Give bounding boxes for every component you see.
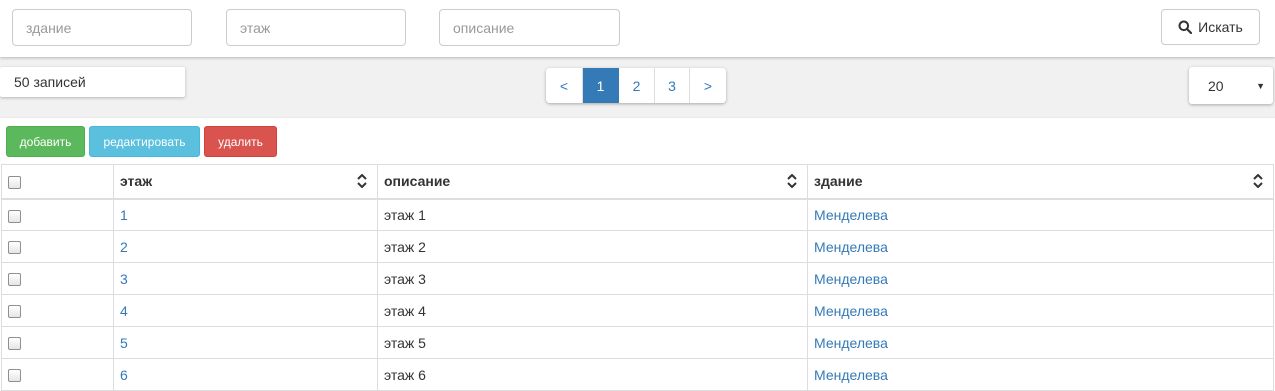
floor-filter-input[interactable] — [226, 9, 406, 46]
row-checkbox[interactable] — [8, 241, 21, 255]
select-all-cell — [1, 164, 114, 200]
data-table: этаж описание здание 1 этаж 1 Менделева — [1, 164, 1274, 391]
column-header-building[interactable]: здание — [807, 164, 1274, 200]
table-row[interactable]: 6 этаж 6 Менделева — [1, 358, 1274, 391]
row-select-cell — [1, 358, 114, 391]
sort-icon — [357, 174, 367, 189]
row-select-cell — [1, 294, 114, 327]
row-checkbox[interactable] — [8, 305, 21, 319]
page-size-select[interactable]: 20 ▼ — [1189, 67, 1273, 104]
records-count: 50 записей — [0, 67, 185, 97]
row-select-cell — [1, 326, 114, 359]
edit-button[interactable]: редактировать — [89, 126, 200, 157]
column-header-label: этаж — [120, 173, 153, 190]
table-row[interactable]: 4 этаж 4 Менделева — [1, 294, 1274, 327]
page-size-value: 20 — [1208, 77, 1224, 94]
building-cell: Менделева — [807, 358, 1274, 391]
description-cell: этаж 2 — [377, 230, 808, 263]
add-button[interactable]: добавить — [6, 126, 85, 157]
table-header-row: этаж описание здание — [1, 164, 1274, 200]
pagination-prev[interactable]: < — [546, 68, 583, 103]
table-row[interactable]: 3 этаж 3 Менделева — [1, 262, 1274, 295]
floor-cell: 5 — [113, 326, 378, 359]
description-cell: этаж 6 — [377, 358, 808, 391]
row-checkbox[interactable] — [8, 209, 21, 223]
row-checkbox[interactable] — [8, 337, 21, 351]
search-icon — [1178, 20, 1193, 34]
column-header-label: здание — [814, 173, 863, 190]
column-header-label: описание — [384, 173, 451, 190]
floor-cell: 6 — [113, 358, 378, 391]
building-cell: Менделева — [807, 294, 1274, 327]
pagination-next[interactable]: > — [690, 68, 726, 103]
description-cell: этаж 1 — [377, 198, 808, 231]
building-link[interactable]: Менделева — [814, 239, 888, 255]
table-row[interactable]: 5 этаж 5 Менделева — [1, 326, 1274, 359]
column-header-description[interactable]: описание — [377, 164, 808, 200]
building-cell: Менделева — [807, 262, 1274, 295]
caret-down-icon: ▼ — [1256, 80, 1265, 91]
filter-panel: Искать — [0, 0, 1275, 57]
building-link[interactable]: Менделева — [814, 207, 888, 223]
floor-link[interactable]: 5 — [120, 335, 128, 351]
pagination-page-1[interactable]: 1 — [583, 68, 619, 103]
search-button[interactable]: Искать — [1161, 9, 1260, 45]
select-all-checkbox[interactable] — [8, 176, 21, 190]
building-link[interactable]: Менделева — [814, 367, 888, 383]
floor-link[interactable]: 4 — [120, 303, 128, 319]
pagination-page-2[interactable]: 2 — [619, 68, 655, 103]
table-panel: добавить редактировать удалить этаж опис… — [0, 118, 1275, 391]
building-cell: Менделева — [807, 230, 1274, 263]
row-select-cell — [1, 198, 114, 231]
floor-link[interactable]: 2 — [120, 239, 128, 255]
sort-icon — [1253, 174, 1263, 189]
floor-link[interactable]: 3 — [120, 271, 128, 287]
sort-icon — [787, 174, 797, 189]
building-link[interactable]: Менделева — [814, 335, 888, 351]
pagination: < 1 2 3 > — [546, 68, 726, 103]
table-row[interactable]: 2 этаж 2 Менделева — [1, 230, 1274, 263]
building-cell: Менделева — [807, 198, 1274, 231]
floor-link[interactable]: 1 — [120, 207, 128, 223]
pagination-page-3[interactable]: 3 — [655, 68, 690, 103]
row-select-cell — [1, 262, 114, 295]
row-select-cell — [1, 230, 114, 263]
description-filter-input[interactable] — [439, 9, 620, 46]
building-link[interactable]: Менделева — [814, 303, 888, 319]
description-cell: этаж 5 — [377, 326, 808, 359]
table-row[interactable]: 1 этаж 1 Менделева — [1, 198, 1274, 231]
floor-cell: 2 — [113, 230, 378, 263]
floor-cell: 3 — [113, 262, 378, 295]
description-cell: этаж 4 — [377, 294, 808, 327]
floor-link[interactable]: 6 — [120, 367, 128, 383]
floor-cell: 4 — [113, 294, 378, 327]
search-button-label: Искать — [1198, 19, 1243, 35]
description-cell: этаж 3 — [377, 262, 808, 295]
building-filter-input[interactable] — [12, 9, 192, 46]
building-cell: Менделева — [807, 326, 1274, 359]
row-checkbox[interactable] — [8, 273, 21, 287]
column-header-floor[interactable]: этаж — [113, 164, 378, 200]
row-checkbox[interactable] — [8, 369, 21, 383]
delete-button[interactable]: удалить — [204, 126, 277, 157]
building-link[interactable]: Менделева — [814, 271, 888, 287]
floor-cell: 1 — [113, 198, 378, 231]
